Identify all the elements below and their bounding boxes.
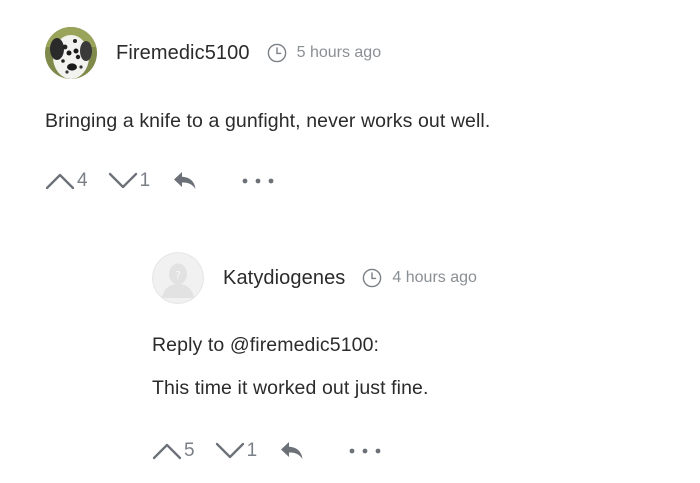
- reply-username[interactable]: Katydiogenes: [223, 267, 345, 290]
- comment-body: Bringing a knife to a gunfight, never wo…: [45, 110, 491, 132]
- reply-arrow-icon: [172, 170, 198, 192]
- avatar[interactable]: ?: [152, 252, 204, 304]
- comment-username[interactable]: Firemedic5100: [116, 42, 250, 65]
- more-options-button[interactable]: [241, 176, 275, 186]
- chevron-up-icon: [152, 441, 182, 461]
- svg-text:?: ?: [175, 269, 181, 282]
- more-options-button[interactable]: [348, 446, 382, 456]
- more-dots-icon: [241, 176, 275, 186]
- default-avatar-icon: ?: [152, 252, 204, 304]
- reply-comment: ? Katydiogenes 4 hours ago Reply to @fir…: [152, 251, 692, 461]
- comment-thread: Firemedic5100 5 hours ago Bringing a kni…: [0, 0, 700, 483]
- comment: Firemedic5100 5 hours ago Bringing a kni…: [45, 26, 685, 191]
- reply-timestamp: 4 hours ago: [362, 268, 477, 288]
- reply-actions: 5 1: [152, 440, 382, 462]
- reply-button[interactable]: [172, 170, 198, 192]
- downvote-count: 1: [246, 440, 258, 461]
- downvote-count: 1: [139, 170, 151, 191]
- reply-time-text: 4 hours ago: [392, 269, 477, 286]
- reply-to-mention: Reply to @firemedic5100:: [152, 334, 380, 356]
- upvote-button[interactable]: 4: [45, 170, 88, 192]
- upvote-button[interactable]: 5: [152, 440, 195, 462]
- downvote-button[interactable]: 1: [215, 440, 258, 462]
- comment-time-text: 5 hours ago: [296, 44, 382, 61]
- comment-actions: 4 1: [45, 170, 275, 192]
- reply-header: ? Katydiogenes 4 hours ago: [152, 251, 692, 305]
- reply-arrow-icon: [279, 440, 305, 462]
- chevron-down-icon: [215, 441, 245, 461]
- dalmatian-avatar-image: [45, 27, 97, 79]
- chevron-down-icon: [108, 171, 138, 191]
- downvote-button[interactable]: 1: [108, 170, 151, 192]
- reply-button[interactable]: [279, 440, 305, 462]
- upvote-count: 5: [184, 440, 195, 461]
- comment-timestamp: 5 hours ago: [267, 43, 382, 63]
- upvote-count: 4: [77, 170, 88, 191]
- chevron-up-icon: [45, 171, 75, 191]
- reply-body: This time it worked out just fine.: [152, 377, 429, 399]
- comment-header: Firemedic5100 5 hours ago: [45, 26, 685, 80]
- clock-icon: [267, 43, 287, 63]
- avatar[interactable]: [45, 27, 97, 79]
- more-dots-icon: [348, 446, 382, 456]
- clock-icon: [362, 268, 382, 288]
